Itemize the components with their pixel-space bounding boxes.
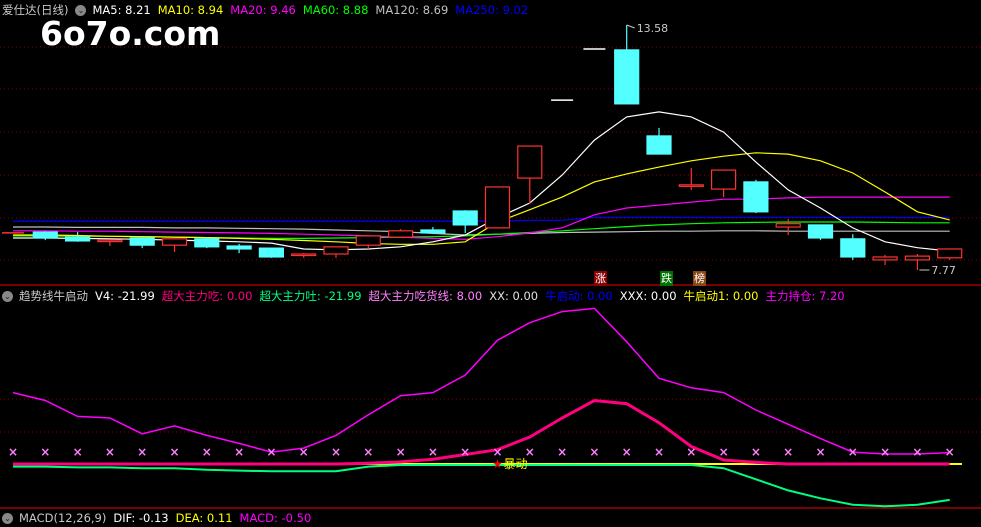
ma20-value: MA20: 9.46 [230,3,296,17]
bull-start-value: 牛启动: 0.00 [545,289,613,303]
x-marker: × [783,445,793,459]
candle-up [355,235,381,246]
x-marker: × [137,445,147,459]
candle-up [904,255,931,261]
macd-header: ⌄ MACD(12,26,9) DIF: -0.13 DEA: 0.11 MAC… [2,509,318,527]
xx-value: XX: 0.00 [489,289,539,303]
signal-label: 暴动 [504,457,528,471]
x-marker: × [848,445,858,459]
low-price-label: 7.77 [931,264,956,277]
x-marker: × [331,445,341,459]
x-marker: × [654,445,664,459]
x-marker: × [234,445,244,459]
x-marker: × [8,445,18,459]
candle-up [484,186,511,229]
candle-down [452,210,478,226]
candle-down [64,236,91,242]
candle-down [840,238,866,258]
bull-start1-value: 牛启动1: 0.00 [683,289,759,303]
indicator-header: ⌄ 趋势线牛启动 V4: -21.99 超大主力吃: 0.00 超大主力吐: -… [2,287,852,305]
eat-value: 超大主力吃: 0.00 [161,289,253,303]
x-marker: × [719,445,729,459]
x-marker: × [912,445,922,459]
spit-value: 超大主力吐: -21.99 [259,289,362,303]
x-marker: × [428,445,438,459]
eat-line [13,398,950,466]
eat-line-value: 超大主力吃货线: 8.00 [368,289,483,303]
candle-down [258,247,284,258]
chevron-down-icon[interactable]: ⌄ [75,4,87,16]
candle-up [678,184,704,187]
ma10-value: MA10: 8.94 [157,3,224,17]
candle-up [710,169,737,190]
dea-value: DEA: 0.11 [175,511,233,525]
candle-up [517,145,543,179]
candle-down [646,135,672,155]
fall-rank-tag[interactable]: 跌 [660,271,673,286]
x-marker: × [686,445,696,459]
watermark-logo: 6o7o.com [40,14,221,53]
candle-up [388,230,414,238]
candle-down [807,224,834,239]
x-marker: × [363,445,373,459]
macd-value: MACD: -0.50 [239,511,312,525]
x-marker: × [169,445,179,459]
candle-up [937,248,963,259]
ma250-line [13,216,950,222]
candle-down [420,229,446,234]
x-marker: × [589,445,599,459]
spit-line [13,464,950,508]
main-chart-header: 爱仕达(日线) ⌄ MA5: 8.21 MA10: 8.94 MA20: 9.4… [2,1,535,19]
x-marker: × [815,445,825,459]
x-marker: × [622,445,632,459]
rise-rank-tag[interactable]: 涨 [594,271,607,286]
stock-title: 爱仕达(日线) [2,3,69,17]
xxx-value: XXX: 0.00 [619,289,677,303]
ma120-value: MA120: 8.69 [375,3,449,17]
x-marker: × [751,445,761,459]
candle-down [194,238,220,248]
x-marker: × [460,445,470,459]
candle-down [226,245,252,250]
x-marker: × [557,445,567,459]
chevron-down-icon[interactable]: ⌄ [2,512,13,524]
x-marker: × [945,445,955,459]
x-marker: × [266,445,276,459]
holding-line [12,307,950,455]
candle-up [323,246,349,255]
dif-value: DIF: -0.13 [113,511,169,525]
candle-down [129,237,155,246]
x-marker: × [396,445,406,459]
x-marker: × [880,445,890,459]
candle-up [291,253,317,257]
star-signal-icon: ★ [492,457,503,471]
candle-down [743,181,769,213]
indicator-title: 趋势线牛启动 [19,289,88,303]
ma60-value: MA60: 8.88 [302,3,369,17]
candle-down [32,231,58,239]
high-price-label: 13.58 [637,22,669,35]
candle-up [775,223,801,228]
holding-value: 主力持仓: 7.20 [765,289,845,303]
candle-up [161,238,188,246]
chevron-down-icon[interactable]: ⌄ [2,290,13,302]
kline-chart[interactable]: 13.587.77× × × × × × × × × × × × × × × × × × × × × × × × × × × × × ×★… [0,0,981,515]
candle-up [872,256,898,261]
v4-value: V4: -21.99 [95,289,155,303]
x-marker: × [105,445,115,459]
x-marker: × [40,445,50,459]
candle-down [614,49,640,105]
ma5-value: MA5: 8.21 [92,3,151,17]
macd-title: MACD(12,26,9) [19,511,107,525]
ma250-value: MA250: 9.02 [455,3,529,17]
high-arrow [626,24,635,29]
x-marker: × [202,445,212,459]
candle-up [97,239,123,243]
x-marker: × [73,445,83,459]
x-marker: × [299,445,309,459]
rank-tag[interactable]: 榜 [693,271,706,286]
